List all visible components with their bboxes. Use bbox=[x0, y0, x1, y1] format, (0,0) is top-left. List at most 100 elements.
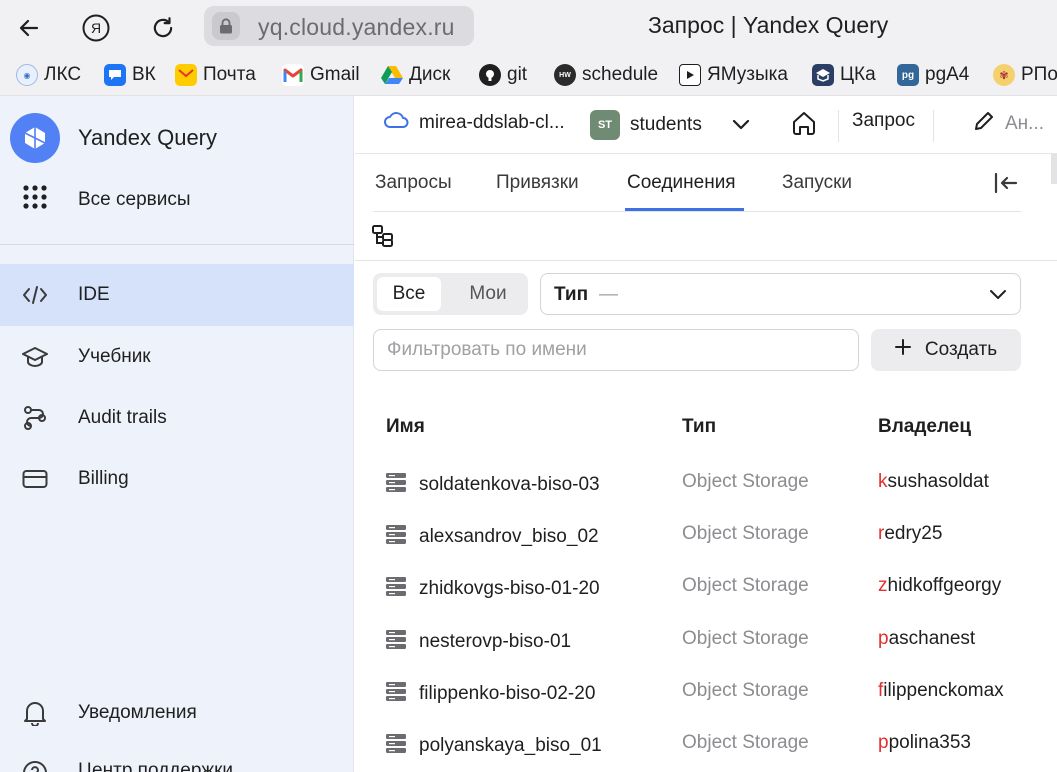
emblem-icon: ✾ bbox=[993, 64, 1015, 86]
bookmark-rpo[interactable]: ✾ РПо bbox=[993, 64, 1057, 86]
yandex-query-logo-icon bbox=[10, 113, 60, 163]
connection-type: Object Storage bbox=[682, 575, 809, 597]
connection-owner: redry25 bbox=[878, 523, 942, 545]
plus-icon bbox=[894, 339, 911, 361]
sidebar-item-billing[interactable]: Billing bbox=[0, 448, 354, 510]
create-connection-button[interactable]: Создать bbox=[871, 329, 1021, 371]
back-arrow-icon[interactable] bbox=[11, 10, 47, 46]
column-header-owner[interactable]: Владелец bbox=[878, 416, 971, 438]
sidebar-item-support[interactable]: Центр поддержки bbox=[0, 742, 354, 772]
storage-icon bbox=[385, 680, 407, 708]
connection-name: polyanskaya_biso_01 bbox=[419, 735, 602, 756]
breadcrumb-cloud[interactable]: mirea-ddslab-cl... bbox=[383, 110, 565, 136]
rename-label: Ан... bbox=[1005, 113, 1045, 134]
page-title: Запрос | Yandex Query bbox=[648, 12, 889, 38]
owner-rest: hidkoffgeorgy bbox=[887, 575, 1002, 597]
reload-icon[interactable] bbox=[145, 10, 181, 46]
lock-icon[interactable] bbox=[212, 12, 240, 40]
seg-all[interactable]: Все bbox=[377, 277, 441, 311]
bookmark-music[interactable]: ЯМузыка bbox=[679, 64, 788, 86]
code-icon bbox=[22, 282, 48, 308]
bookmark-schedule[interactable]: HW schedule bbox=[554, 64, 658, 86]
bookmark-lks[interactable]: ◉ ЛКС bbox=[16, 64, 81, 86]
type-select[interactable]: Тип — bbox=[540, 273, 1021, 315]
rename-button[interactable]: Ан... bbox=[973, 110, 1044, 138]
filter-by-name-input[interactable] bbox=[373, 329, 859, 371]
vk-icon bbox=[104, 64, 126, 86]
lks-icon: ◉ bbox=[16, 64, 38, 86]
connection-name: filippenko-biso-02-20 bbox=[419, 682, 596, 704]
column-header-type[interactable]: Тип bbox=[682, 416, 716, 438]
sidebar-item-label: Audit trails bbox=[78, 407, 167, 428]
connection-name-cell[interactable]: filippenko-biso-02-20 bbox=[385, 680, 595, 708]
connection-name-cell[interactable]: soldatenkova-biso-03 bbox=[385, 471, 600, 499]
bookmark-label: РПо bbox=[1021, 64, 1057, 85]
tabs-bar: Запросы Привязки Соединения Запуски bbox=[373, 154, 1021, 212]
cloud-icon bbox=[383, 110, 409, 136]
bookmark-label: schedule bbox=[582, 64, 659, 85]
url-text: yq.cloud.yandex.ru bbox=[258, 14, 455, 40]
bookmark-git[interactable]: git bbox=[479, 64, 527, 86]
chevron-down-icon bbox=[988, 284, 1008, 309]
bookmarks-bar: ◉ ЛКС ВК Почта Gmail Диск git HW schedul… bbox=[0, 56, 1057, 96]
connection-name-cell[interactable]: zhidkovgs-biso-01-20 bbox=[385, 575, 600, 603]
sidebar-item-label: IDE bbox=[78, 284, 110, 305]
connection-name-cell[interactable]: polyanskaya_biso_01 bbox=[385, 732, 602, 760]
storage-icon bbox=[385, 523, 407, 551]
drive-icon bbox=[381, 64, 403, 86]
column-header-name[interactable]: Имя bbox=[386, 416, 425, 438]
table-row[interactable]: zhidkovgs-biso-01-20 Object Storage zhidko… bbox=[355, 563, 1057, 615]
table-row[interactable]: polyanskaya_biso_01 Object Storage ppolina… bbox=[355, 720, 1057, 772]
home-icon[interactable] bbox=[791, 110, 817, 136]
mail-icon bbox=[175, 64, 197, 86]
breadcrumb-divider bbox=[838, 110, 839, 142]
yandex-logo-icon[interactable]: Я bbox=[78, 10, 114, 46]
create-label: Создать bbox=[924, 339, 998, 360]
connection-name-cell[interactable]: alexsandrov_biso_02 bbox=[385, 523, 599, 551]
sidebar-item-tutorial[interactable]: Учебник bbox=[0, 326, 354, 388]
bell-icon bbox=[22, 700, 48, 726]
bookmark-mail[interactable]: Почта bbox=[175, 64, 256, 86]
tree-view-icon[interactable] bbox=[369, 222, 397, 250]
connection-name-cell[interactable]: nesterovp-biso-01 bbox=[385, 628, 571, 656]
table-row[interactable]: filippenko-biso-02-20 Object Storage filip… bbox=[355, 668, 1057, 720]
owner-segmented-control: Все Мои bbox=[373, 273, 528, 315]
owner-rest: edry25 bbox=[884, 523, 943, 545]
sidebar-item-notifications[interactable]: Уведомления bbox=[0, 682, 354, 744]
main-panel: mirea-ddslab-cl... ST students Запрос Ан… bbox=[355, 96, 1057, 772]
all-services-button[interactable]: Все сервисы bbox=[22, 184, 191, 216]
audit-trails-icon bbox=[22, 405, 48, 431]
sidebar-item-ide[interactable]: IDE bbox=[0, 264, 354, 326]
tab-connections[interactable]: Соединения bbox=[627, 172, 736, 194]
seg-mine[interactable]: Мои bbox=[455, 277, 521, 311]
bookmark-vk[interactable]: ВК bbox=[104, 64, 156, 86]
pencil-icon bbox=[973, 110, 995, 138]
bookmark-pga4[interactable]: pg pgA4 bbox=[897, 64, 969, 86]
collapse-panel-icon[interactable] bbox=[991, 168, 1021, 198]
breadcrumb-query[interactable]: Запрос bbox=[852, 110, 915, 132]
sidebar-item-audit-trails[interactable]: Audit trails bbox=[0, 387, 354, 449]
owner-rest: sushasoldat bbox=[887, 471, 989, 492]
connection-owner: zhidkoffgeorgy bbox=[878, 575, 1001, 597]
tab-bindings[interactable]: Привязки bbox=[496, 172, 579, 194]
bookmark-label: ВК bbox=[132, 64, 156, 85]
connections-toolbar bbox=[355, 212, 1057, 261]
brand[interactable]: Yandex Query bbox=[10, 113, 217, 163]
table-row[interactable]: soldatenkova-biso-03 Object Storage ksusha… bbox=[355, 459, 1057, 511]
sidebar-item-label: Центр поддержки bbox=[78, 760, 234, 772]
bookmark-drive[interactable]: Диск bbox=[381, 64, 450, 86]
breadcrumb: mirea-ddslab-cl... ST students Запрос Ан… bbox=[355, 96, 1057, 154]
breadcrumb-folder[interactable]: ST students bbox=[590, 110, 750, 140]
table-row[interactable]: nesterovp-biso-01 Object Storage paschanes… bbox=[355, 616, 1057, 668]
svg-text:Я: Я bbox=[91, 20, 101, 36]
bookmark-gmail[interactable]: Gmail bbox=[282, 64, 360, 86]
storage-icon bbox=[385, 471, 407, 499]
tab-runs[interactable]: Запуски bbox=[782, 172, 852, 194]
bookmark-cka[interactable]: ЦКа bbox=[812, 64, 876, 86]
scrollbar[interactable] bbox=[1051, 154, 1057, 184]
chevron-down-icon[interactable] bbox=[732, 114, 750, 136]
tab-queries[interactable]: Запросы bbox=[375, 172, 452, 194]
owner-rest: aschanest bbox=[888, 627, 976, 649]
table-row[interactable]: alexsandrov_biso_02 Object Storage redry25 bbox=[355, 511, 1057, 563]
address-bar[interactable]: yq.cloud.yandex.ru bbox=[204, 6, 474, 46]
